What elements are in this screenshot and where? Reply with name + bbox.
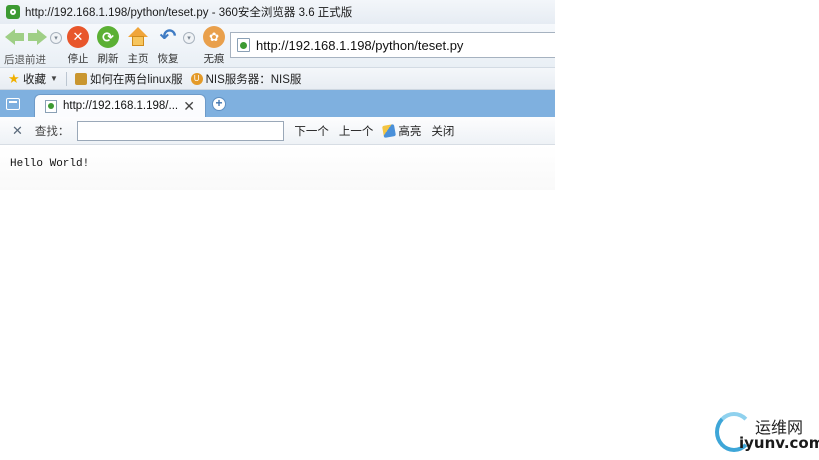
refresh-button[interactable]: ⟳ 刷新 xyxy=(97,24,119,68)
tab-list-icon[interactable] xyxy=(6,98,20,110)
highlight-label: 高亮 xyxy=(398,125,422,138)
favorites-divider xyxy=(65,71,67,86)
page-body-text: Hello World! xyxy=(10,158,90,170)
stop-label: 停止 xyxy=(67,53,89,65)
notrace-button[interactable]: ✿ 无痕 xyxy=(203,24,225,68)
stop-icon: ✕ xyxy=(67,26,89,48)
back-arrow-icon[interactable] xyxy=(5,28,25,46)
stop-button[interactable]: ✕ 停止 xyxy=(67,24,89,68)
favorites-bar: ★ 收藏 ▼ 如何在两台linux服 U NIS服务器：NIS服 xyxy=(0,68,555,90)
close-icon[interactable]: ✕ xyxy=(12,123,23,139)
favorite-link[interactable]: U NIS服务器：NIS服 xyxy=(190,71,302,87)
restore-dropdown-icon[interactable]: ▾ xyxy=(183,32,195,44)
browser-logo-icon xyxy=(6,5,20,19)
tab-bar: http://192.168.1.198/... ✕ + xyxy=(0,90,555,117)
star-icon: ★ xyxy=(8,70,20,86)
watermark-en-text: iyunv.com xyxy=(739,434,819,452)
refresh-label: 刷新 xyxy=(97,53,119,65)
notrace-label: 无痕 xyxy=(203,53,225,65)
undo-icon: ↶ xyxy=(159,26,177,48)
tab-active[interactable]: http://192.168.1.198/... ✕ xyxy=(34,94,206,117)
home-button[interactable]: 主页 xyxy=(127,24,149,68)
find-next-button[interactable]: 下一个 xyxy=(294,123,329,139)
browser-window: http://192.168.1.198/python/teset.py - 3… xyxy=(0,0,555,190)
page-favicon-icon xyxy=(45,99,57,113)
favorite-link-label: NIS服务器：NIS服 xyxy=(205,73,302,86)
highlight-button[interactable]: 高亮 xyxy=(382,123,422,139)
page-favicon-icon xyxy=(237,38,250,52)
favorite-link[interactable]: 如何在两台linux服 xyxy=(74,71,183,87)
new-tab-icon[interactable]: + xyxy=(212,97,226,111)
restore-button[interactable]: ↶ 恢复 xyxy=(157,24,179,68)
tab-title: http://192.168.1.198/... xyxy=(63,100,179,112)
page-content: Hello World! xyxy=(0,145,555,190)
favorites-menu[interactable]: ★ 收藏 ▼ xyxy=(8,71,58,87)
find-close-button[interactable]: 关闭 xyxy=(431,123,454,139)
forward-arrow-icon[interactable] xyxy=(27,28,47,46)
back-forward-label: 后退前进 xyxy=(4,54,46,66)
close-icon[interactable]: ✕ xyxy=(183,98,195,115)
favorites-label: 收藏 xyxy=(23,73,46,86)
site-badge-icon: U xyxy=(190,72,203,85)
watermark-logo: 运维网 iyunv.com xyxy=(713,410,819,456)
title-bar: http://192.168.1.198/python/teset.py - 3… xyxy=(0,0,555,24)
refresh-icon: ⟳ xyxy=(97,26,119,48)
favorite-link-label: 如何在两台linux服 xyxy=(89,73,183,86)
site-shield-icon xyxy=(74,72,87,85)
history-dropdown-icon[interactable]: ▾ xyxy=(50,32,62,44)
find-bar: ✕ 查找： 下一个 上一个 高亮 关闭 xyxy=(0,117,555,145)
address-url[interactable]: http://192.168.1.198/python/teset.py xyxy=(256,38,463,53)
highlight-pen-icon xyxy=(382,123,397,138)
find-label: 查找： xyxy=(34,125,70,138)
window-title: http://192.168.1.198/python/teset.py - 3… xyxy=(25,7,353,19)
chevron-down-icon: ▼ xyxy=(50,74,58,83)
address-bar[interactable]: http://192.168.1.198/python/teset.py xyxy=(230,32,555,58)
home-icon xyxy=(127,26,149,48)
find-input[interactable] xyxy=(77,120,285,141)
paw-icon: ✿ xyxy=(203,26,225,48)
restore-label: 恢复 xyxy=(157,53,179,65)
find-prev-button[interactable]: 上一个 xyxy=(339,123,374,139)
home-label: 主页 xyxy=(127,53,149,65)
nav-toolbar: ▾ 后退前进 ✕ 停止 ⟳ 刷新 主页 ↶ 恢复 ▾ ✿ 无痕 http://1… xyxy=(0,24,555,68)
